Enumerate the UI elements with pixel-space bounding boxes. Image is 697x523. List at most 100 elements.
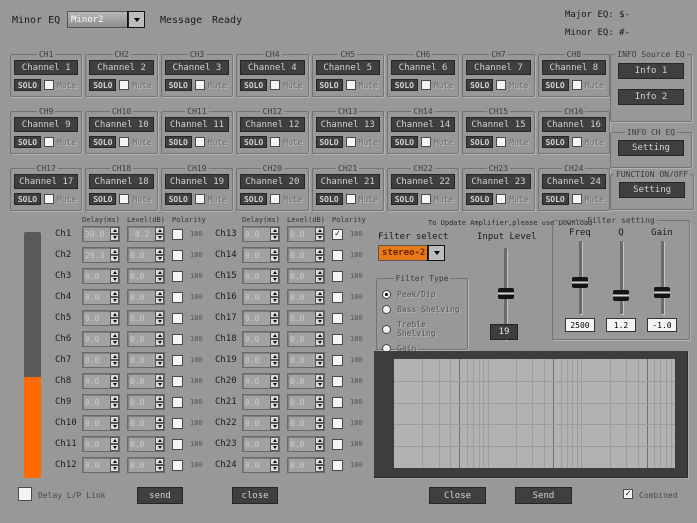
- polarity-checkbox[interactable]: [332, 250, 343, 261]
- info-2-button[interactable]: Info 2: [618, 89, 684, 105]
- spin-up-icon[interactable]: [270, 332, 279, 339]
- level-spinbox[interactable]: 0.0: [127, 310, 165, 326]
- spin-down-icon[interactable]: [155, 423, 164, 430]
- delay-spinbox[interactable]: 0.0: [242, 436, 280, 452]
- spin-down-icon[interactable]: [110, 276, 119, 283]
- info-1-button[interactable]: Info 1: [618, 63, 684, 79]
- delay-spinbox[interactable]: 0.0: [82, 352, 120, 368]
- delay-spinbox[interactable]: 0.0: [242, 310, 280, 326]
- level-spinbox[interactable]: 0.0: [287, 247, 325, 263]
- solo-button[interactable]: SOLO: [89, 193, 116, 205]
- spin-up-icon[interactable]: [110, 353, 119, 360]
- channel-button[interactable]: Channel 12: [240, 117, 304, 132]
- spin-down-icon[interactable]: [110, 318, 119, 325]
- spin-up-icon[interactable]: [270, 437, 279, 444]
- solo-button[interactable]: SOLO: [89, 79, 116, 91]
- spin-up-icon[interactable]: [315, 248, 324, 255]
- mute-checkbox[interactable]: [195, 80, 205, 90]
- spin-down-icon[interactable]: [315, 360, 324, 367]
- spin-up-icon[interactable]: [315, 437, 324, 444]
- spin-up-icon[interactable]: [270, 395, 279, 402]
- solo-button[interactable]: SOLO: [14, 79, 41, 91]
- level-spinbox[interactable]: 0.0: [287, 289, 325, 305]
- spin-down-icon[interactable]: [315, 381, 324, 388]
- delay-spinbox[interactable]: 0.0: [242, 415, 280, 431]
- delay-spinbox[interactable]: 0.0: [82, 310, 120, 326]
- mute-checkbox[interactable]: [496, 80, 506, 90]
- spin-up-icon[interactable]: [110, 248, 119, 255]
- spin-down-icon[interactable]: [155, 318, 164, 325]
- spin-down-icon[interactable]: [315, 402, 324, 409]
- spin-up-icon[interactable]: [270, 248, 279, 255]
- spin-down-icon[interactable]: [155, 444, 164, 451]
- polarity-checkbox[interactable]: [172, 460, 183, 471]
- function-setting-button[interactable]: Setting: [619, 182, 685, 198]
- spin-up-icon[interactable]: [315, 269, 324, 276]
- channel-button[interactable]: Channel 11: [165, 117, 229, 132]
- level-spinbox[interactable]: -0.2: [127, 226, 165, 242]
- spin-up-icon[interactable]: [110, 416, 119, 423]
- spin-up-icon[interactable]: [155, 416, 164, 423]
- solo-button[interactable]: SOLO: [316, 79, 343, 91]
- level-spinbox[interactable]: 0.0: [287, 331, 325, 347]
- delay-spinbox[interactable]: 0.0: [242, 226, 280, 242]
- dropdown-arrow-icon[interactable]: [128, 12, 144, 27]
- spin-down-icon[interactable]: [155, 297, 164, 304]
- spin-up-icon[interactable]: [155, 332, 164, 339]
- spin-down-icon[interactable]: [315, 339, 324, 346]
- mute-checkbox[interactable]: [270, 80, 280, 90]
- spin-down-icon[interactable]: [270, 255, 279, 262]
- level-spinbox[interactable]: 0.0: [287, 310, 325, 326]
- combined-checkbox[interactable]: [623, 489, 633, 499]
- channel-button[interactable]: Channel 16: [542, 117, 606, 132]
- mute-checkbox[interactable]: [346, 137, 356, 147]
- spin-up-icon[interactable]: [315, 311, 324, 318]
- polarity-checkbox[interactable]: [332, 439, 343, 450]
- channel-button[interactable]: Channel 2: [89, 60, 153, 75]
- mute-checkbox[interactable]: [44, 80, 54, 90]
- spin-down-icon[interactable]: [315, 255, 324, 262]
- solo-button[interactable]: SOLO: [240, 79, 267, 91]
- spin-up-icon[interactable]: [270, 353, 279, 360]
- solo-button[interactable]: SOLO: [165, 136, 192, 148]
- spin-down-icon[interactable]: [270, 339, 279, 346]
- channel-button[interactable]: Channel 17: [14, 174, 78, 189]
- spin-up-icon[interactable]: [110, 395, 119, 402]
- spin-down-icon[interactable]: [270, 444, 279, 451]
- polarity-checkbox[interactable]: [172, 229, 183, 240]
- delay-spinbox[interactable]: 0.0: [242, 247, 280, 263]
- level-spinbox[interactable]: 0.0: [287, 373, 325, 389]
- level-spinbox[interactable]: 0.0: [127, 268, 165, 284]
- mute-checkbox[interactable]: [572, 137, 582, 147]
- spin-down-icon[interactable]: [110, 444, 119, 451]
- level-spinbox[interactable]: 0.0: [127, 289, 165, 305]
- solo-button[interactable]: SOLO: [165, 79, 192, 91]
- channel-button[interactable]: Channel 8: [542, 60, 606, 75]
- channel-button[interactable]: Channel 9: [14, 117, 78, 132]
- filter-type-option[interactable]: Treble Shelving: [382, 320, 462, 338]
- spin-down-icon[interactable]: [110, 402, 119, 409]
- mute-checkbox[interactable]: [572, 80, 582, 90]
- spin-down-icon[interactable]: [315, 465, 324, 472]
- spin-up-icon[interactable]: [155, 269, 164, 276]
- solo-button[interactable]: SOLO: [542, 79, 569, 91]
- slider-thumb[interactable]: [613, 290, 629, 301]
- spin-down-icon[interactable]: [110, 423, 119, 430]
- solo-button[interactable]: SOLO: [14, 136, 41, 148]
- channel-button[interactable]: Channel 18: [89, 174, 153, 189]
- level-spinbox[interactable]: 0.0: [127, 373, 165, 389]
- spin-up-icon[interactable]: [315, 395, 324, 402]
- channel-button[interactable]: Channel 7: [466, 60, 530, 75]
- mute-checkbox[interactable]: [119, 194, 129, 204]
- channel-button[interactable]: Channel 3: [165, 60, 229, 75]
- solo-button[interactable]: SOLO: [391, 79, 418, 91]
- mute-checkbox[interactable]: [119, 137, 129, 147]
- solo-button[interactable]: SOLO: [466, 193, 493, 205]
- spin-down-icon[interactable]: [270, 360, 279, 367]
- spin-up-icon[interactable]: [270, 311, 279, 318]
- solo-button[interactable]: SOLO: [391, 193, 418, 205]
- delay-spinbox[interactable]: 0.0: [82, 415, 120, 431]
- spin-up-icon[interactable]: [155, 290, 164, 297]
- mute-checkbox[interactable]: [421, 80, 431, 90]
- polarity-checkbox[interactable]: [172, 418, 183, 429]
